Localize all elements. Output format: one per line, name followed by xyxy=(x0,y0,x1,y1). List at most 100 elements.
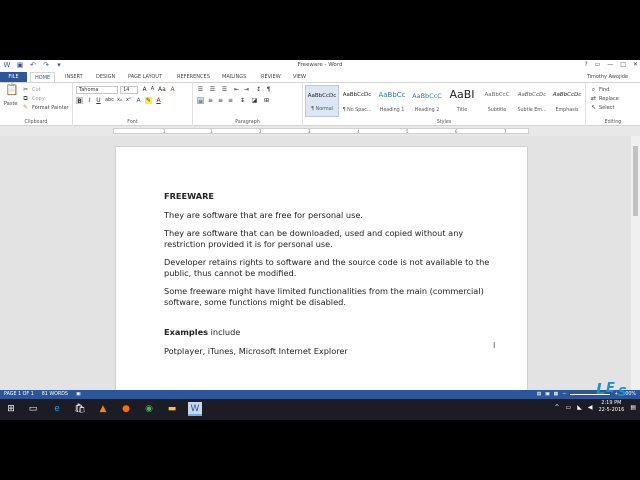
style-heading-2[interactable]: AaBbCcC Heading 2 xyxy=(410,85,444,117)
examples-line[interactable]: Examples include xyxy=(164,327,494,338)
maximize-button[interactable]: □ xyxy=(620,61,626,68)
tab-design[interactable]: DESIGN xyxy=(92,72,119,82)
font-size-select[interactable]: 14 xyxy=(120,86,138,94)
document-area[interactable]: FREEWARE They are software that are free… xyxy=(0,136,640,390)
italic-icon[interactable]: I xyxy=(86,97,93,104)
battery-icon[interactable]: ▭ xyxy=(566,404,572,411)
close-button[interactable]: ✕ xyxy=(633,61,638,68)
paragraph[interactable]: Some freeware might have limited functio… xyxy=(164,286,494,307)
borders-icon[interactable]: ⊞ xyxy=(263,97,270,104)
firefox-icon[interactable]: ● xyxy=(119,402,133,416)
tab-insert[interactable]: INSERT xyxy=(61,72,87,82)
tab-home[interactable]: HOME xyxy=(30,72,56,82)
style-emphasis[interactable]: AaBbCcDc Emphasis xyxy=(550,85,584,117)
tab-references[interactable]: REFERENCES xyxy=(173,72,214,82)
web-layout-icon[interactable]: ▦ xyxy=(554,390,559,399)
style-subtitle[interactable]: AaBbCcC Subtitle xyxy=(480,85,514,117)
style-heading-1[interactable]: AaBbCc Heading 1 xyxy=(375,85,409,117)
underline-icon[interactable]: U xyxy=(95,97,102,104)
minimize-button[interactable]: — xyxy=(607,61,613,68)
cut-icon[interactable]: ✂ xyxy=(22,86,29,93)
shading-icon[interactable]: ◪ xyxy=(251,97,258,104)
edge-icon[interactable]: e xyxy=(50,402,64,416)
user-name[interactable]: Timothy Awojide xyxy=(587,72,628,82)
proofing-icon[interactable]: ▣ xyxy=(76,390,81,399)
line-spacing-icon[interactable]: ↨ xyxy=(239,97,246,104)
store-icon[interactable]: 🛍 xyxy=(73,402,87,416)
document-page[interactable]: FREEWARE They are software that are free… xyxy=(115,146,528,390)
increase-indent-icon[interactable]: ⇥ xyxy=(243,86,250,93)
shrink-font-icon[interactable]: A xyxy=(149,86,156,93)
task-view-icon[interactable]: ▭ xyxy=(26,402,40,416)
print-layout-icon[interactable]: ▣ xyxy=(545,390,550,399)
style-subtle-emphasis[interactable]: AaBbCcDc Subtle Em... xyxy=(515,85,549,117)
bullets-icon[interactable]: ☰ xyxy=(197,86,204,93)
document-body[interactable]: FREEWARE They are software that are free… xyxy=(164,191,494,364)
clear-formatting-icon[interactable]: A xyxy=(169,86,176,93)
show-formatting-icon[interactable]: ¶ xyxy=(265,86,272,93)
text-effects-icon[interactable]: A xyxy=(135,97,142,104)
examples-list[interactable]: Potplayer, iTunes, Microsoft Internet Ex… xyxy=(164,346,494,357)
vlc-icon[interactable]: ▲ xyxy=(96,402,110,416)
tab-page-layout[interactable]: PAGE LAYOUT xyxy=(124,72,166,82)
network-icon[interactable]: ◣ xyxy=(577,404,582,411)
align-left-icon[interactable]: ≡ xyxy=(197,97,204,105)
start-icon[interactable]: ⊞ xyxy=(4,402,18,416)
tab-file[interactable]: FILE xyxy=(0,72,27,82)
zoom-out-icon[interactable]: − xyxy=(562,390,566,399)
page-count[interactable]: PAGE 1 OF 1 xyxy=(4,390,34,399)
help-icon[interactable]: ? xyxy=(584,61,587,68)
replace-icon[interactable]: ⇄ xyxy=(590,95,597,102)
style-normal[interactable]: AaBbCcDc ¶ Normal xyxy=(305,85,339,117)
select-button[interactable]: Select xyxy=(599,105,614,111)
align-right-icon[interactable]: ≡ xyxy=(217,97,224,104)
bold-icon[interactable]: B xyxy=(76,97,83,105)
select-icon[interactable]: ↖ xyxy=(590,104,597,111)
vertical-scrollbar[interactable] xyxy=(631,136,640,390)
superscript-icon[interactable]: x² xyxy=(125,97,132,104)
grow-font-icon[interactable]: A xyxy=(141,86,148,93)
copy-button[interactable]: Copy xyxy=(32,96,45,102)
scrollbar-thumb[interactable] xyxy=(633,146,638,216)
notifications-icon[interactable]: ▤ xyxy=(630,404,636,411)
copy-icon[interactable]: ⧉ xyxy=(22,95,29,102)
clock[interactable]: 2:19 PM 22-5-2016 xyxy=(598,400,624,414)
word-taskbar-icon[interactable]: W xyxy=(188,402,202,416)
justify-icon[interactable]: ≡ xyxy=(227,97,234,104)
align-center-icon[interactable]: ≡ xyxy=(207,97,214,104)
ribbon-display-icon[interactable]: ▭ xyxy=(595,61,601,68)
file-explorer-icon[interactable]: ▬ xyxy=(165,402,179,416)
format-painter-button[interactable]: Format Painter xyxy=(32,105,69,111)
tab-review[interactable]: REVIEW xyxy=(257,72,285,82)
highlight-icon[interactable]: ✎ xyxy=(145,97,152,104)
paragraph[interactable]: They are software that are free for pers… xyxy=(164,210,494,221)
chrome-icon[interactable]: ◉ xyxy=(142,402,156,416)
subscript-icon[interactable]: x₂ xyxy=(116,97,123,104)
decrease-indent-icon[interactable]: ⇤ xyxy=(233,86,240,93)
word-count[interactable]: 81 WORDS xyxy=(42,390,68,399)
ruler-bar[interactable] xyxy=(113,128,529,134)
document-heading[interactable]: FREEWARE xyxy=(164,191,494,202)
replace-button[interactable]: Replace xyxy=(599,96,619,102)
cut-button[interactable]: Cut xyxy=(32,87,41,93)
ruler[interactable]: 1 1 2 3 4 5 6 7 xyxy=(0,126,640,136)
find-icon[interactable]: ⌕ xyxy=(590,86,597,93)
tab-mailings[interactable]: MAILINGS xyxy=(218,72,250,82)
paste-button[interactable]: Paste xyxy=(4,101,18,107)
numbering-icon[interactable]: ☰ xyxy=(209,86,216,93)
style-no-spacing[interactable]: AaBbCcDc ¶ No Spac... xyxy=(340,85,374,117)
font-color-icon[interactable]: A xyxy=(155,97,162,104)
paragraph[interactable]: They are software that can be downloaded… xyxy=(164,228,494,249)
font-family-select[interactable]: Tahoma xyxy=(76,86,118,94)
strikethrough-icon[interactable]: abc xyxy=(105,97,114,104)
format-painter-icon[interactable]: ✎ xyxy=(22,104,29,111)
show-hidden-icon[interactable]: ^ xyxy=(554,404,559,411)
paragraph[interactable]: Developer retains rights to software and… xyxy=(164,257,494,278)
find-button[interactable]: Find xyxy=(599,87,609,93)
paste-icon[interactable]: 📋 xyxy=(5,84,19,98)
multilevel-list-icon[interactable]: ☰ xyxy=(221,86,228,93)
sort-icon[interactable]: ↕ xyxy=(255,86,262,93)
tab-view[interactable]: VIEW xyxy=(289,72,310,82)
read-mode-icon[interactable]: ▤ xyxy=(537,390,542,399)
change-case-icon[interactable]: Aa xyxy=(158,86,166,93)
